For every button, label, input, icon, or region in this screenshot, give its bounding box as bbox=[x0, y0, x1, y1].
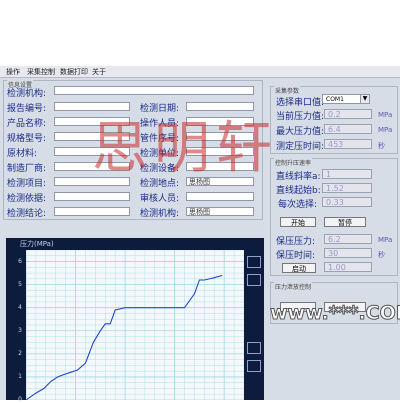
label-spec-model: 规格型号: bbox=[7, 134, 47, 144]
intercept-b-value[interactable]: 1.52 bbox=[322, 183, 372, 193]
y-tick-label: 5 bbox=[18, 280, 22, 288]
y-tick-label: 4 bbox=[18, 303, 22, 311]
hold-time-value: 453 bbox=[324, 139, 372, 149]
zoom-icon[interactable] bbox=[247, 256, 261, 268]
chart-title: 压力(MPa) bbox=[20, 240, 54, 248]
label-manufacturer: 制造厂商: bbox=[7, 164, 47, 174]
label-intercept-b: 直线起始b: bbox=[276, 186, 321, 196]
launch-button[interactable]: 启动 bbox=[282, 263, 316, 273]
pressure-series-line bbox=[25, 274, 223, 401]
max-pressure-unit: MPa bbox=[378, 126, 393, 134]
label-material: 原材料: bbox=[7, 149, 38, 159]
chart-toolbar bbox=[244, 250, 264, 400]
label-inspect-item: 检测项目: bbox=[7, 179, 47, 189]
inspect-agency-input[interactable] bbox=[54, 86, 254, 95]
reset-icon[interactable] bbox=[247, 360, 261, 372]
hold-duration-unit: 秒 bbox=[378, 251, 385, 259]
label-slope-a: 直线斜率a: bbox=[276, 172, 321, 182]
reviewer-input[interactable] bbox=[186, 192, 254, 201]
relief-group-title: 压力泄放控制 bbox=[274, 282, 313, 291]
agency-2-input[interactable]: 思杨图 bbox=[186, 207, 254, 216]
menu-item-acquire[interactable]: 采集控制 bbox=[27, 67, 55, 77]
hold-pressure-value[interactable]: 6.2 bbox=[324, 234, 372, 244]
conclusion-input[interactable] bbox=[54, 207, 130, 216]
cursor-icon[interactable] bbox=[247, 342, 261, 354]
label-conclusion: 检测结论: bbox=[7, 209, 47, 219]
y-tick-label: 6 bbox=[18, 257, 22, 265]
menu-item-about[interactable]: 关于 bbox=[92, 67, 106, 77]
start-button[interactable]: 开始 bbox=[280, 217, 316, 227]
launch-value[interactable]: 1.00 bbox=[324, 262, 372, 272]
hold-time-unit: 秒 bbox=[378, 142, 385, 150]
label-hold-pressure: 保压压力: bbox=[276, 237, 316, 247]
label-inspect-basis: 检测依据: bbox=[7, 194, 47, 204]
y-tick-label: 3 bbox=[18, 326, 22, 334]
watermark-url: www.***.COM bbox=[270, 302, 400, 325]
label-hold-duration: 保压时间: bbox=[276, 251, 316, 261]
label-serial-port: 选择串口值: bbox=[276, 98, 325, 108]
pressure-chart: 压力(MPa) 6543210 bbox=[6, 238, 264, 403]
menu-bar: 操作 采集控制 数据打印 关于 bbox=[0, 66, 400, 78]
menu-item-print[interactable]: 数据打印 bbox=[60, 67, 88, 77]
max-pressure-value: 6.4 bbox=[324, 124, 372, 134]
label-inspect-agency: 检测机构: bbox=[7, 89, 47, 99]
plot-area bbox=[25, 249, 245, 401]
y-tick-label: 2 bbox=[18, 349, 22, 357]
slope-a-value[interactable]: 1 bbox=[322, 169, 372, 179]
inspect-basis-input[interactable] bbox=[54, 192, 130, 201]
current-pressure-unit: MPa bbox=[378, 111, 393, 119]
label-current-pressure: 当前压力值: bbox=[276, 112, 325, 122]
y-tick-label: 1 bbox=[18, 372, 22, 380]
pause-button[interactable]: 暂停 bbox=[324, 217, 366, 227]
menu-item-operate[interactable]: 操作 bbox=[6, 67, 20, 77]
plot-svg bbox=[25, 249, 245, 401]
chevron-down-icon[interactable]: ▼ bbox=[360, 95, 369, 103]
hold-duration-value[interactable]: 30 bbox=[324, 248, 372, 258]
hold-pressure-unit: MPa bbox=[378, 236, 393, 244]
label-hold-time: 测定压时间: bbox=[276, 142, 325, 152]
label-product-name: 产品名称: bbox=[7, 119, 47, 129]
label-agency-2: 检测机构: bbox=[140, 209, 180, 219]
params-group-title: 采集参数 bbox=[274, 86, 301, 95]
label-step-select: 每次选择: bbox=[278, 200, 318, 210]
label-report-no: 报告编号: bbox=[7, 104, 47, 114]
label-max-pressure: 最大压力值: bbox=[276, 127, 325, 137]
watermark: 思明轩 bbox=[92, 116, 278, 181]
serial-port-select[interactable]: COM1 ▼ bbox=[322, 94, 370, 104]
pan-icon[interactable] bbox=[247, 274, 261, 286]
serial-port-value: COM1 bbox=[326, 96, 344, 103]
step-select-value[interactable]: 0.33 bbox=[322, 197, 372, 207]
label-reviewer: 审核人员: bbox=[140, 194, 180, 204]
current-pressure-value: 0.2 bbox=[324, 109, 372, 119]
control-group-title: 控制升压速率 bbox=[274, 158, 313, 167]
